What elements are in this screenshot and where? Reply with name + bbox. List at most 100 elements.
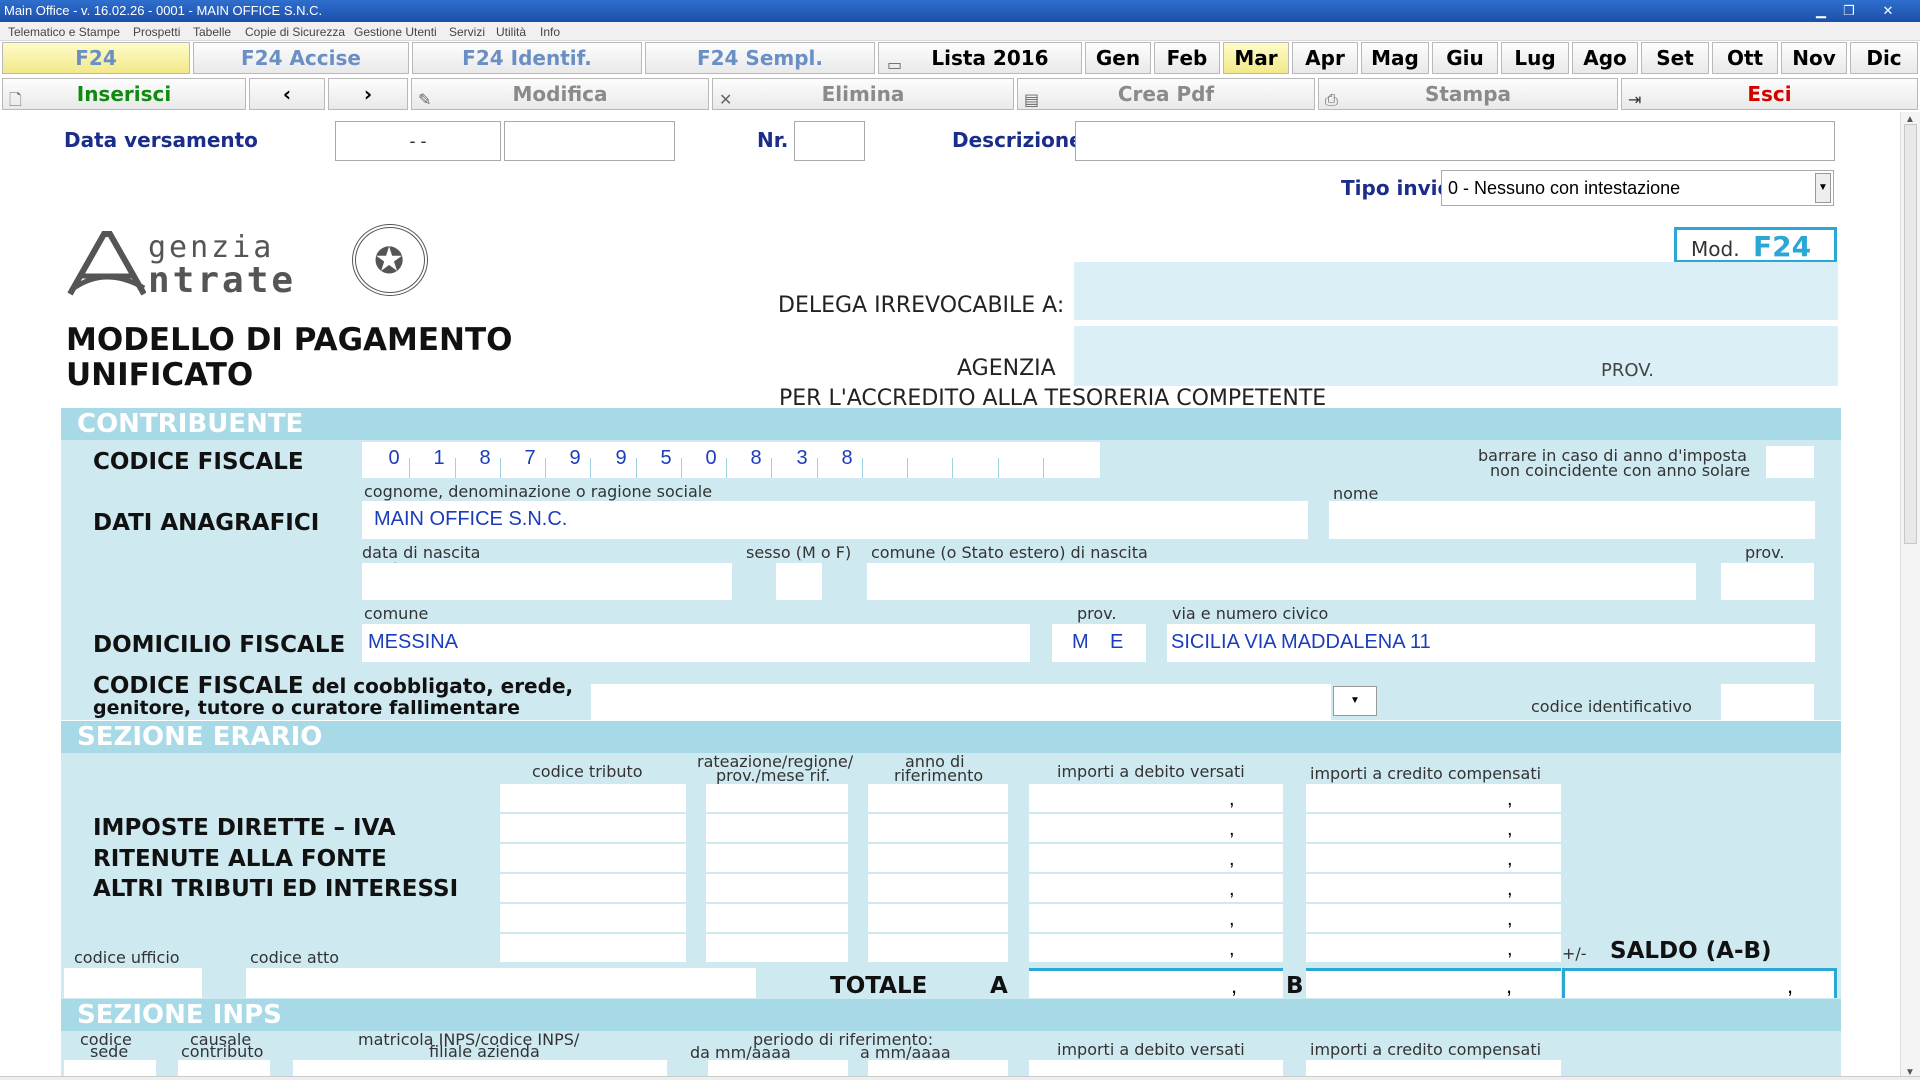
menu-telematico[interactable]: Telematico e Stampe [8,25,120,39]
data-nascita-field[interactable] [362,563,732,600]
agenzia-field[interactable] [1074,326,1838,386]
prov-nascita-field[interactable] [1721,563,1814,600]
tab-f24-accise[interactable]: F24 Accise [193,42,409,74]
erario-cell[interactable]: , [1029,844,1283,872]
delega-field[interactable] [1074,262,1838,320]
erario-cell[interactable] [500,874,686,902]
lista-button[interactable]: ▭ Lista 2016 [878,42,1082,74]
comune-field[interactable]: MESSINA [362,624,1030,662]
erario-cell[interactable] [706,874,848,902]
menu-copie[interactable]: Copie di Sicurezza [245,25,345,39]
menu-tabelle[interactable]: Tabelle [193,25,231,39]
menu-prospetti[interactable]: Prospetti [133,25,180,39]
inps-sede-field[interactable] [64,1060,156,1076]
erario-cell[interactable]: , [1306,934,1561,962]
erario-cell[interactable]: , [1306,784,1561,812]
stampa-button[interactable]: ⎙ Stampa [1318,78,1618,110]
anno-imposta-checkbox[interactable] [1766,446,1814,478]
erario-cell[interactable] [706,904,848,932]
erario-cell[interactable] [706,934,848,962]
codice-ufficio-field[interactable] [64,968,202,998]
totale-b-field[interactable]: , [1306,968,1561,998]
menu-info[interactable]: Info [540,25,560,39]
month-apr[interactable]: Apr [1292,42,1358,74]
erario-cell[interactable] [500,814,686,842]
month-dic[interactable]: Dic [1850,42,1918,74]
codice-identificativo-field[interactable] [1721,684,1814,720]
inps-causale-field[interactable] [178,1060,270,1076]
erario-cell[interactable] [500,934,686,962]
month-nov[interactable]: Nov [1781,42,1847,74]
modifica-button[interactable]: ✎ Modifica [411,78,709,110]
coobbligato-dropdown-icon[interactable]: ▼ [1333,686,1377,716]
close-icon[interactable]: ✕ [1866,2,1910,20]
erario-cell[interactable]: , [1306,844,1561,872]
descrizione-input[interactable] [1075,121,1835,161]
erario-cell[interactable] [500,784,686,812]
erario-cell[interactable] [868,874,1008,902]
inps-matricola-field[interactable] [293,1060,667,1076]
erario-cell[interactable]: , [1306,904,1561,932]
month-giu[interactable]: Giu [1432,42,1498,74]
totale-a-field[interactable]: , [1029,968,1283,998]
erario-cell[interactable] [500,904,686,932]
next-button[interactable]: › [328,78,408,110]
month-feb[interactable]: Feb [1154,42,1220,74]
tab-f24[interactable]: F24 [2,42,190,74]
prov-domicilio-field[interactable]: ME [1052,624,1146,662]
erario-cell[interactable]: , [1029,874,1283,902]
month-ago[interactable]: Ago [1572,42,1638,74]
erario-cell[interactable] [868,814,1008,842]
crea-pdf-button[interactable]: ▤ Crea Pdf [1017,78,1315,110]
minimize-icon[interactable]: ▁ [1808,2,1834,20]
inps-debito-field[interactable] [1029,1060,1283,1076]
menu-utilita[interactable]: Utilità [496,25,526,39]
erario-cell[interactable] [868,844,1008,872]
month-gen[interactable]: Gen [1085,42,1151,74]
esci-button[interactable]: ⇥ Esci [1621,78,1918,110]
erario-cell[interactable] [706,784,848,812]
elimina-button[interactable]: ✕ Elimina [712,78,1014,110]
nr-input[interactable] [794,121,865,161]
erario-cell[interactable] [706,814,848,842]
comune-nascita-field[interactable] [867,563,1696,600]
erario-cell[interactable] [868,784,1008,812]
erario-cell[interactable]: , [1306,814,1561,842]
erario-cell[interactable] [706,844,848,872]
inserisci-button[interactable]: 🗋 Inserisci [2,78,246,110]
data-versamento-extra-input[interactable] [504,121,675,161]
nome-field[interactable] [1329,501,1815,539]
saldo-field[interactable]: , [1562,968,1837,998]
inps-a-field[interactable] [868,1060,1008,1076]
erario-cell[interactable]: , [1029,904,1283,932]
ragione-sociale-field[interactable]: MAIN OFFICE S.N.C. [362,501,1308,539]
erario-cell[interactable] [868,904,1008,932]
erario-cell[interactable] [868,934,1008,962]
tab-f24-identif[interactable]: F24 Identif. [412,42,642,74]
erario-cell[interactable]: , [1029,934,1283,962]
tipo-invio-select[interactable]: 0 - Nessuno con intestazione ▼ [1441,170,1834,206]
menu-servizi[interactable]: Servizi [449,25,485,39]
codice-atto-field[interactable] [246,968,756,998]
via-field[interactable]: SICILIA VIA MADDALENA 11 [1167,624,1815,662]
month-mar[interactable]: Mar [1223,42,1289,74]
vertical-scrollbar[interactable]: ▲ ▼ [1900,112,1920,1080]
restore-icon[interactable]: ❐ [1836,2,1862,20]
sesso-field[interactable] [776,563,822,600]
inps-credito-field[interactable] [1306,1060,1561,1076]
erario-cell[interactable]: , [1029,814,1283,842]
dropdown-arrow-icon[interactable]: ▼ [1815,173,1831,203]
menu-gestione-utenti[interactable]: Gestione Utenti [354,25,437,39]
inps-da-field[interactable] [708,1060,848,1076]
month-lug[interactable]: Lug [1501,42,1569,74]
erario-cell[interactable] [500,844,686,872]
scrollbar-thumb[interactable] [1904,124,1917,544]
month-set[interactable]: Set [1641,42,1709,74]
prev-button[interactable]: ‹ [249,78,325,110]
month-mag[interactable]: Mag [1361,42,1429,74]
erario-cell[interactable]: , [1029,784,1283,812]
month-ott[interactable]: Ott [1712,42,1778,74]
erario-cell[interactable]: , [1306,874,1561,902]
cf-coobbligato-field[interactable] [591,684,1331,720]
data-versamento-input[interactable]: - - [335,121,501,161]
